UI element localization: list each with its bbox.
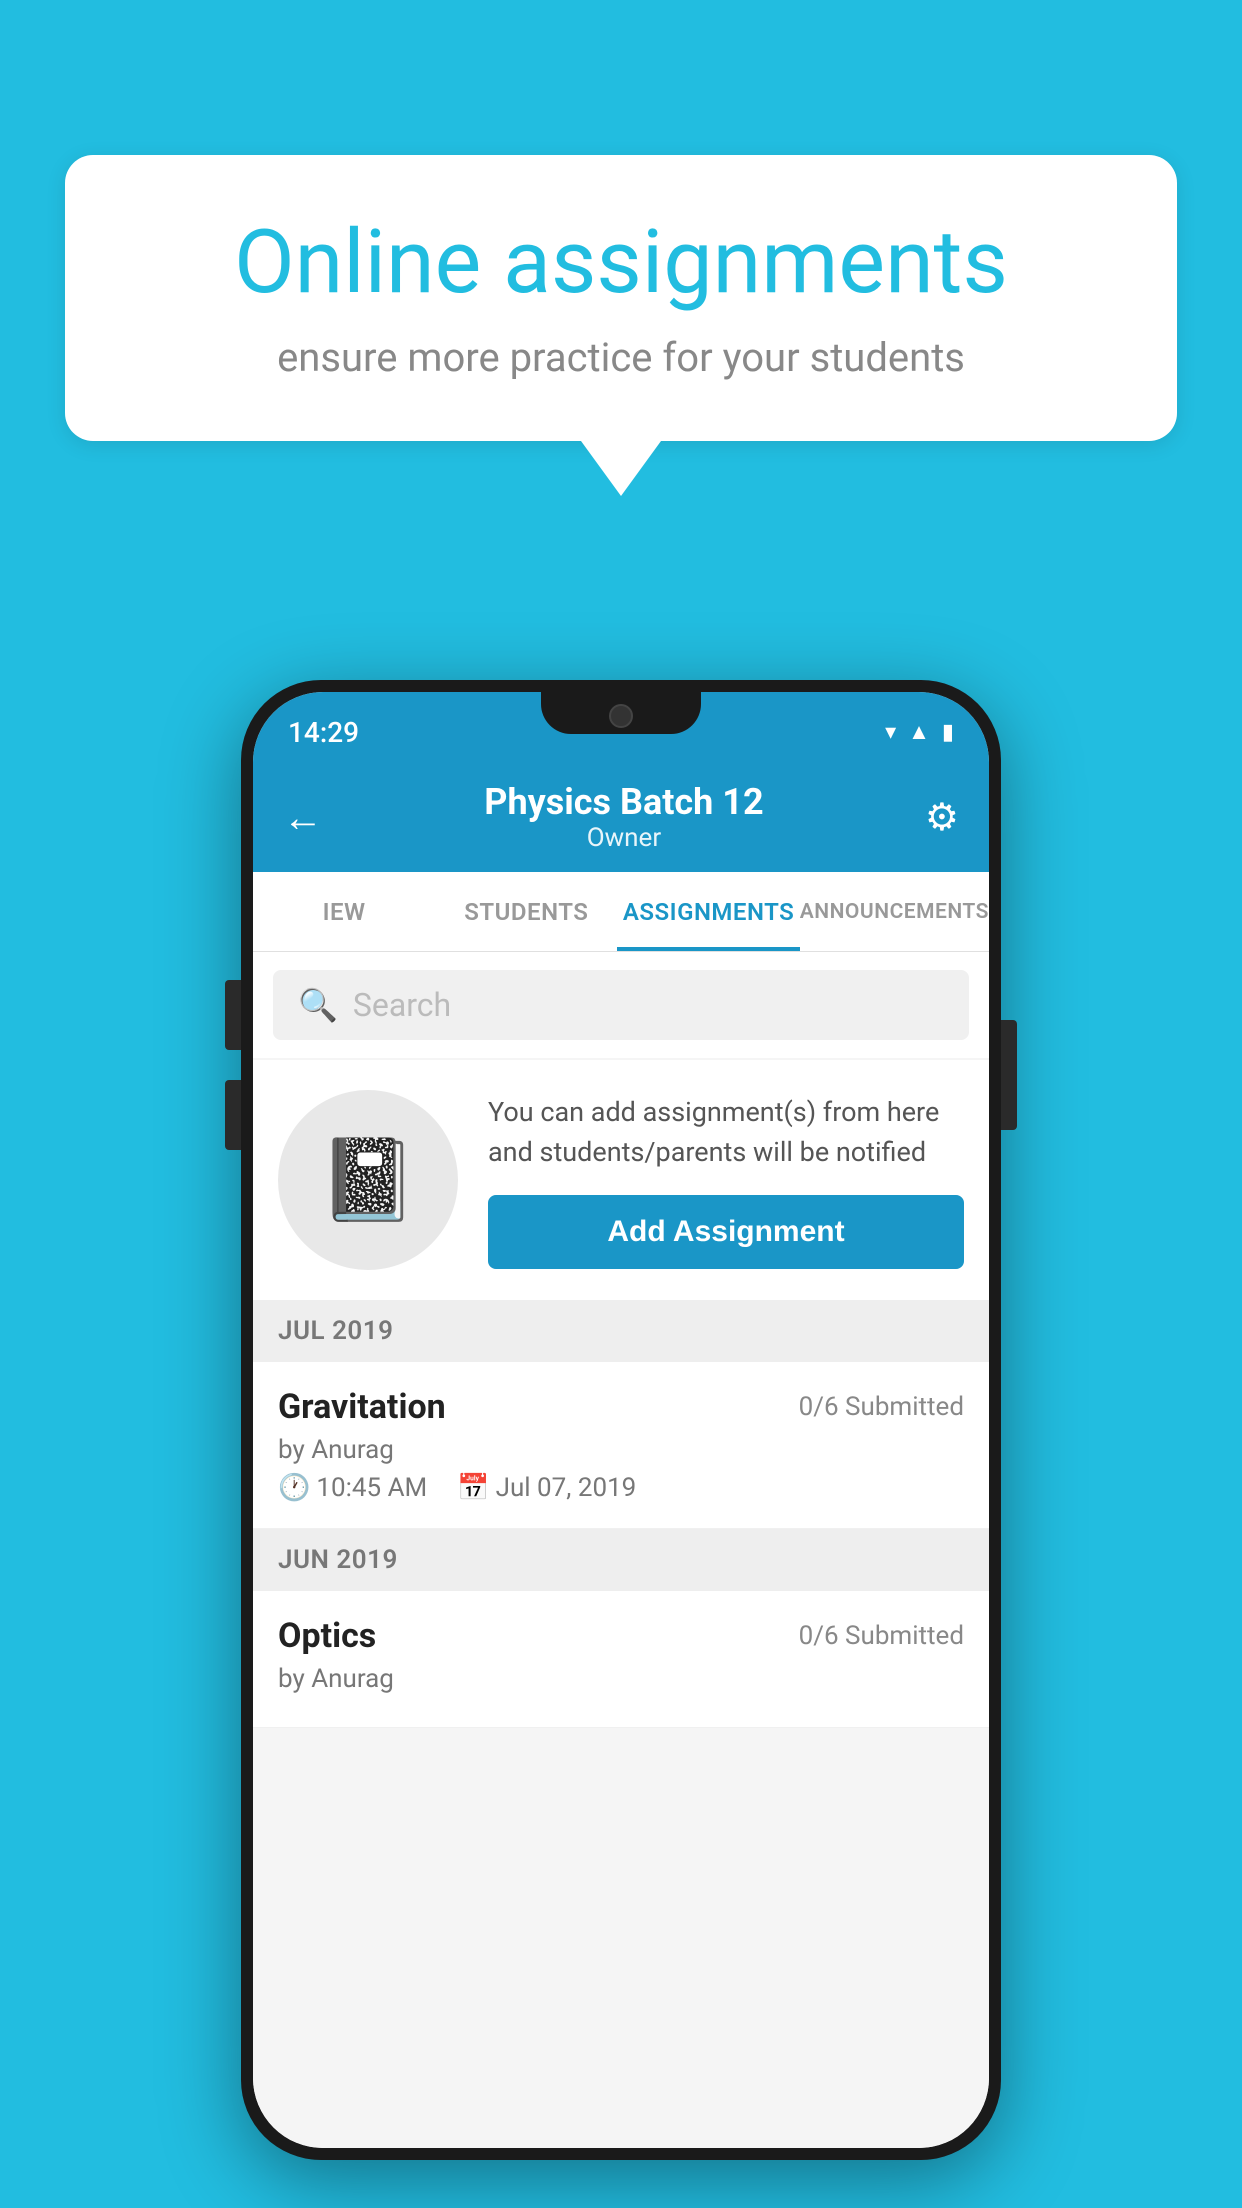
- speech-bubble: Online assignments ensure more practice …: [65, 155, 1177, 441]
- assignment-icon-circle: 📓: [278, 1090, 458, 1270]
- front-camera: [609, 704, 633, 728]
- content-area: 🔍 Search 📓 You can add assignment(s) fro…: [253, 952, 989, 2148]
- speech-bubble-arrow: [581, 441, 661, 496]
- back-button[interactable]: ←: [283, 794, 323, 841]
- assignment-by-optics: by Anurag: [278, 1664, 964, 1694]
- assignment-submitted-optics: 0/6 Submitted: [799, 1621, 964, 1651]
- battery-icon: ▮: [942, 720, 954, 745]
- settings-icon[interactable]: ⚙: [925, 795, 959, 840]
- tab-students[interactable]: STUDENTS: [435, 872, 617, 951]
- header-subtitle: Owner: [484, 823, 763, 853]
- tab-iew[interactable]: IEW: [253, 872, 435, 951]
- assignment-submitted-gravitation: 0/6 Submitted: [799, 1392, 964, 1422]
- tabs-bar: IEW STUDENTS ASSIGNMENTS ANNOUNCEMENTS: [253, 872, 989, 952]
- add-assignment-section: 📓 You can add assignment(s) from here an…: [253, 1060, 989, 1300]
- tab-announcements[interactable]: ANNOUNCEMENTS: [800, 872, 989, 951]
- phone-outer: 14:29 ▾ ▲ ▮ ← Physics Batch 12 Owner ⚙ I…: [241, 680, 1001, 2160]
- speech-bubble-subtitle: ensure more practice for your students: [135, 334, 1107, 381]
- calendar-icon: 📅: [457, 1473, 489, 1503]
- assignment-item-gravitation[interactable]: Gravitation 0/6 Submitted by Anurag 🕐10:…: [253, 1362, 989, 1529]
- search-bar-wrapper: 🔍 Search: [253, 952, 989, 1058]
- assignment-item-row1: Gravitation 0/6 Submitted: [278, 1387, 964, 1427]
- search-input[interactable]: Search: [353, 986, 451, 1024]
- search-bar[interactable]: 🔍 Search: [273, 970, 969, 1040]
- app-header: ← Physics Batch 12 Owner ⚙: [253, 762, 989, 872]
- section-header-jul: JUL 2019: [253, 1300, 989, 1362]
- assignment-item-optics[interactable]: Optics 0/6 Submitted by Anurag: [253, 1591, 989, 1728]
- assignment-notebook-icon: 📓: [318, 1133, 418, 1227]
- status-time: 14:29: [288, 716, 359, 749]
- phone-notch: [541, 692, 701, 734]
- phone-container: 14:29 ▾ ▲ ▮ ← Physics Batch 12 Owner ⚙ I…: [241, 680, 1001, 2160]
- tab-assignments[interactable]: ASSIGNMENTS: [617, 872, 799, 951]
- phone-screen: 14:29 ▾ ▲ ▮ ← Physics Batch 12 Owner ⚙ I…: [253, 692, 989, 2148]
- volume-down-button[interactable]: [225, 1080, 241, 1150]
- section-header-jun: JUN 2019: [253, 1529, 989, 1591]
- clock-icon: 🕐: [278, 1473, 310, 1503]
- assignment-right: You can add assignment(s) from here and …: [488, 1092, 964, 1269]
- power-button[interactable]: [1001, 1020, 1017, 1130]
- status-icons: ▾ ▲ ▮: [885, 719, 954, 745]
- assignment-description: You can add assignment(s) from here and …: [488, 1092, 964, 1173]
- assignment-meta-gravitation: 🕐10:45 AM 📅Jul 07, 2019: [278, 1473, 964, 1503]
- signal-icon: ▲: [908, 719, 930, 745]
- volume-up-button[interactable]: [225, 980, 241, 1050]
- add-assignment-button[interactable]: Add Assignment: [488, 1195, 964, 1269]
- header-title: Physics Batch 12: [484, 781, 763, 823]
- assignment-title-optics: Optics: [278, 1616, 376, 1656]
- header-title-block: Physics Batch 12 Owner: [484, 781, 763, 853]
- assignment-by-gravitation: by Anurag: [278, 1435, 964, 1465]
- assignment-item-optics-row1: Optics 0/6 Submitted: [278, 1616, 964, 1656]
- wifi-icon: ▾: [885, 720, 896, 745]
- assignment-time-gravitation: 🕐10:45 AM: [278, 1473, 427, 1503]
- search-icon: 🔍: [298, 986, 338, 1024]
- assignment-date-gravitation: 📅Jul 07, 2019: [457, 1473, 636, 1503]
- speech-bubble-title: Online assignments: [135, 215, 1107, 312]
- speech-bubble-container: Online assignments ensure more practice …: [65, 155, 1177, 496]
- assignment-title-gravitation: Gravitation: [278, 1387, 446, 1427]
